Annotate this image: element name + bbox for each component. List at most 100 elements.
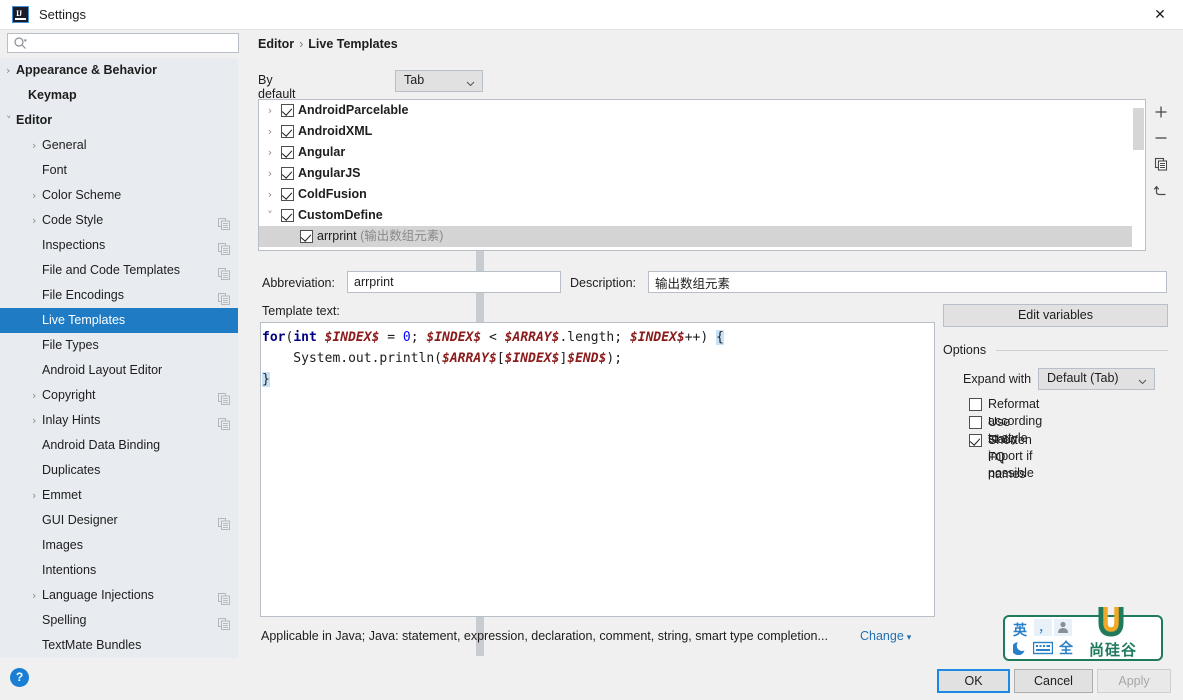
add-template-button[interactable] xyxy=(1148,99,1173,125)
sidebar-item-live-templates[interactable]: Live Templates xyxy=(0,308,246,333)
chevron-right-icon[interactable]: › xyxy=(264,184,276,205)
sidebar-item-file-encodings[interactable]: File Encodings xyxy=(0,283,246,308)
sidebar-scrollbar-track[interactable] xyxy=(238,58,246,658)
search-box[interactable] xyxy=(7,33,239,53)
chevron-right-icon[interactable]: › xyxy=(32,208,36,233)
chevron-right-icon[interactable]: › xyxy=(32,483,36,508)
sidebar-item-inlay-hints[interactable]: ›Inlay Hints xyxy=(0,408,246,433)
template-text-editor[interactable]: for(int $INDEX$ = 0; $INDEX$ < $ARRAY$.l… xyxy=(260,322,935,617)
code-token: for xyxy=(262,330,285,345)
duplicate-template-button[interactable] xyxy=(1148,151,1173,177)
template-list-row[interactable]: ›AngularJS xyxy=(259,163,1145,184)
ime-mode-label[interactable]: 英 xyxy=(1013,620,1027,640)
chevron-right-icon[interactable]: › xyxy=(32,583,36,608)
template-list-row[interactable]: ˅CustomDefine xyxy=(259,205,1145,226)
description-input[interactable] xyxy=(648,271,1167,293)
chevron-right-icon[interactable]: › xyxy=(264,163,276,184)
sidebar-item-keymap[interactable]: Keymap xyxy=(0,83,246,108)
revert-template-button[interactable] xyxy=(1148,177,1173,203)
remove-template-button[interactable] xyxy=(1148,125,1173,151)
sidebar-item-duplicates[interactable]: Duplicates xyxy=(0,458,246,483)
chevron-right-icon[interactable]: › xyxy=(264,100,276,121)
template-list-row[interactable]: ›Angular xyxy=(259,142,1145,163)
settings-sidebar[interactable]: ›Appearance & BehaviorKeymap˅Editor›Gene… xyxy=(0,58,246,658)
option-checkbox[interactable] xyxy=(969,416,982,429)
chevron-down-icon[interactable]: ˅ xyxy=(264,205,276,226)
chevron-right-icon[interactable]: › xyxy=(264,142,276,163)
chevron-right-icon[interactable]: › xyxy=(6,58,10,83)
template-checkbox[interactable] xyxy=(281,146,294,159)
close-icon: ✕ xyxy=(1154,7,1166,23)
template-checkbox[interactable] xyxy=(281,104,294,117)
template-list-row[interactable]: › AndroidXML xyxy=(259,121,1145,142)
template-list-scrollbar-track[interactable] xyxy=(1132,100,1145,250)
default-expand-combo[interactable]: Tab xyxy=(395,70,483,92)
template-checkbox[interactable] xyxy=(300,230,313,243)
code-token: $ARRAY$ xyxy=(505,330,560,345)
chevron-right-icon[interactable]: › xyxy=(32,383,36,408)
code-token: { xyxy=(716,330,724,345)
sidebar-item-images[interactable]: Images xyxy=(0,533,246,558)
ok-button[interactable]: OK xyxy=(937,669,1010,693)
template-checkbox[interactable] xyxy=(281,125,294,138)
sidebar-item-language-injections[interactable]: ›Language Injections xyxy=(0,583,246,608)
ime-floating-bar[interactable]: 英 ， 全 尚硅谷 xyxy=(1003,615,1163,661)
sidebar-item-file-types[interactable]: File Types xyxy=(0,333,246,358)
template-checkbox[interactable] xyxy=(281,209,294,222)
sidebar-item-gui-designer[interactable]: GUI Designer xyxy=(0,508,246,533)
chevron-right-icon[interactable]: › xyxy=(264,121,276,142)
search-input[interactable] xyxy=(32,34,236,54)
breadcrumb: Editor›Live Templates xyxy=(258,37,398,51)
template-list-row[interactable]: ›ColdFusion xyxy=(259,184,1145,205)
sidebar-item-copyright[interactable]: ›Copyright xyxy=(0,383,246,408)
expand-with-combo[interactable]: Default (Tab) xyxy=(1038,368,1155,390)
sidebar-item-label: Emmet xyxy=(42,483,82,508)
breadcrumb-root[interactable]: Editor xyxy=(258,37,294,51)
sidebar-item-file-and-code-templates[interactable]: File and Code Templates xyxy=(0,258,246,283)
ime-punctuation-toggle[interactable]: ， xyxy=(1034,619,1052,636)
template-list-row[interactable]: ›AndroidParcelable xyxy=(259,100,1145,121)
chevron-down-icon[interactable]: ˅ xyxy=(6,108,12,133)
template-list-row[interactable]: arrprint (输出数组元素) xyxy=(259,226,1145,247)
code-token: 0 xyxy=(403,330,411,345)
chevron-right-icon[interactable]: › xyxy=(32,183,36,208)
sidebar-item-android-data-binding[interactable]: Android Data Binding xyxy=(0,433,246,458)
close-button[interactable]: ✕ xyxy=(1137,0,1183,29)
change-context-link[interactable]: Change▾ xyxy=(860,629,911,643)
sidebar-item-label: Images xyxy=(42,533,83,558)
title-bar: IJ Settings ✕ xyxy=(0,0,1183,30)
sidebar-item-font[interactable]: Font xyxy=(0,158,246,183)
sidebar-item-color-scheme[interactable]: ›Color Scheme xyxy=(0,183,246,208)
sidebar-item-emmet[interactable]: ›Emmet xyxy=(0,483,246,508)
template-name-text: arrprint xyxy=(317,229,357,243)
cancel-button[interactable]: Cancel xyxy=(1014,669,1093,693)
sidebar-item-label: Code Style xyxy=(42,208,103,233)
sidebar-item-spelling[interactable]: Spelling xyxy=(0,608,246,633)
user-icon[interactable] xyxy=(1054,619,1072,636)
sidebar-item-android-layout-editor[interactable]: Android Layout Editor xyxy=(0,358,246,383)
chevron-right-icon[interactable]: › xyxy=(32,408,36,433)
template-checkbox[interactable] xyxy=(281,167,294,180)
keyboard-icon[interactable] xyxy=(1033,641,1053,655)
edit-variables-button[interactable]: Edit variables xyxy=(943,304,1168,327)
option-checkbox[interactable] xyxy=(969,434,982,447)
sidebar-item-code-style[interactable]: ›Code Style xyxy=(0,208,246,233)
chevron-right-icon[interactable]: › xyxy=(32,133,36,158)
live-templates-list[interactable]: ›AndroidParcelable›AndroidXML›Angular›An… xyxy=(258,99,1146,251)
sidebar-item-appearance-behavior[interactable]: ›Appearance & Behavior xyxy=(0,58,246,83)
apply-button: Apply xyxy=(1097,669,1171,693)
help-button[interactable]: ? xyxy=(10,668,29,687)
template-list-scrollbar-thumb[interactable] xyxy=(1133,108,1144,150)
ime-width-mode[interactable]: 全 xyxy=(1059,638,1073,658)
sidebar-item-intentions[interactable]: Intentions xyxy=(0,558,246,583)
code-token: ; xyxy=(411,330,427,345)
moon-icon[interactable] xyxy=(1013,640,1028,655)
option-checkbox[interactable] xyxy=(969,398,982,411)
abbreviation-input[interactable] xyxy=(347,271,561,293)
sidebar-item-inspections[interactable]: Inspections xyxy=(0,233,246,258)
sidebar-item-textmate-bundles[interactable]: TextMate Bundles xyxy=(0,633,246,658)
sidebar-item-general[interactable]: ›General xyxy=(0,133,246,158)
template-checkbox[interactable] xyxy=(281,188,294,201)
sidebar-item-editor[interactable]: ˅Editor xyxy=(0,108,246,133)
template-group-name: AndroidXML xyxy=(298,121,372,142)
